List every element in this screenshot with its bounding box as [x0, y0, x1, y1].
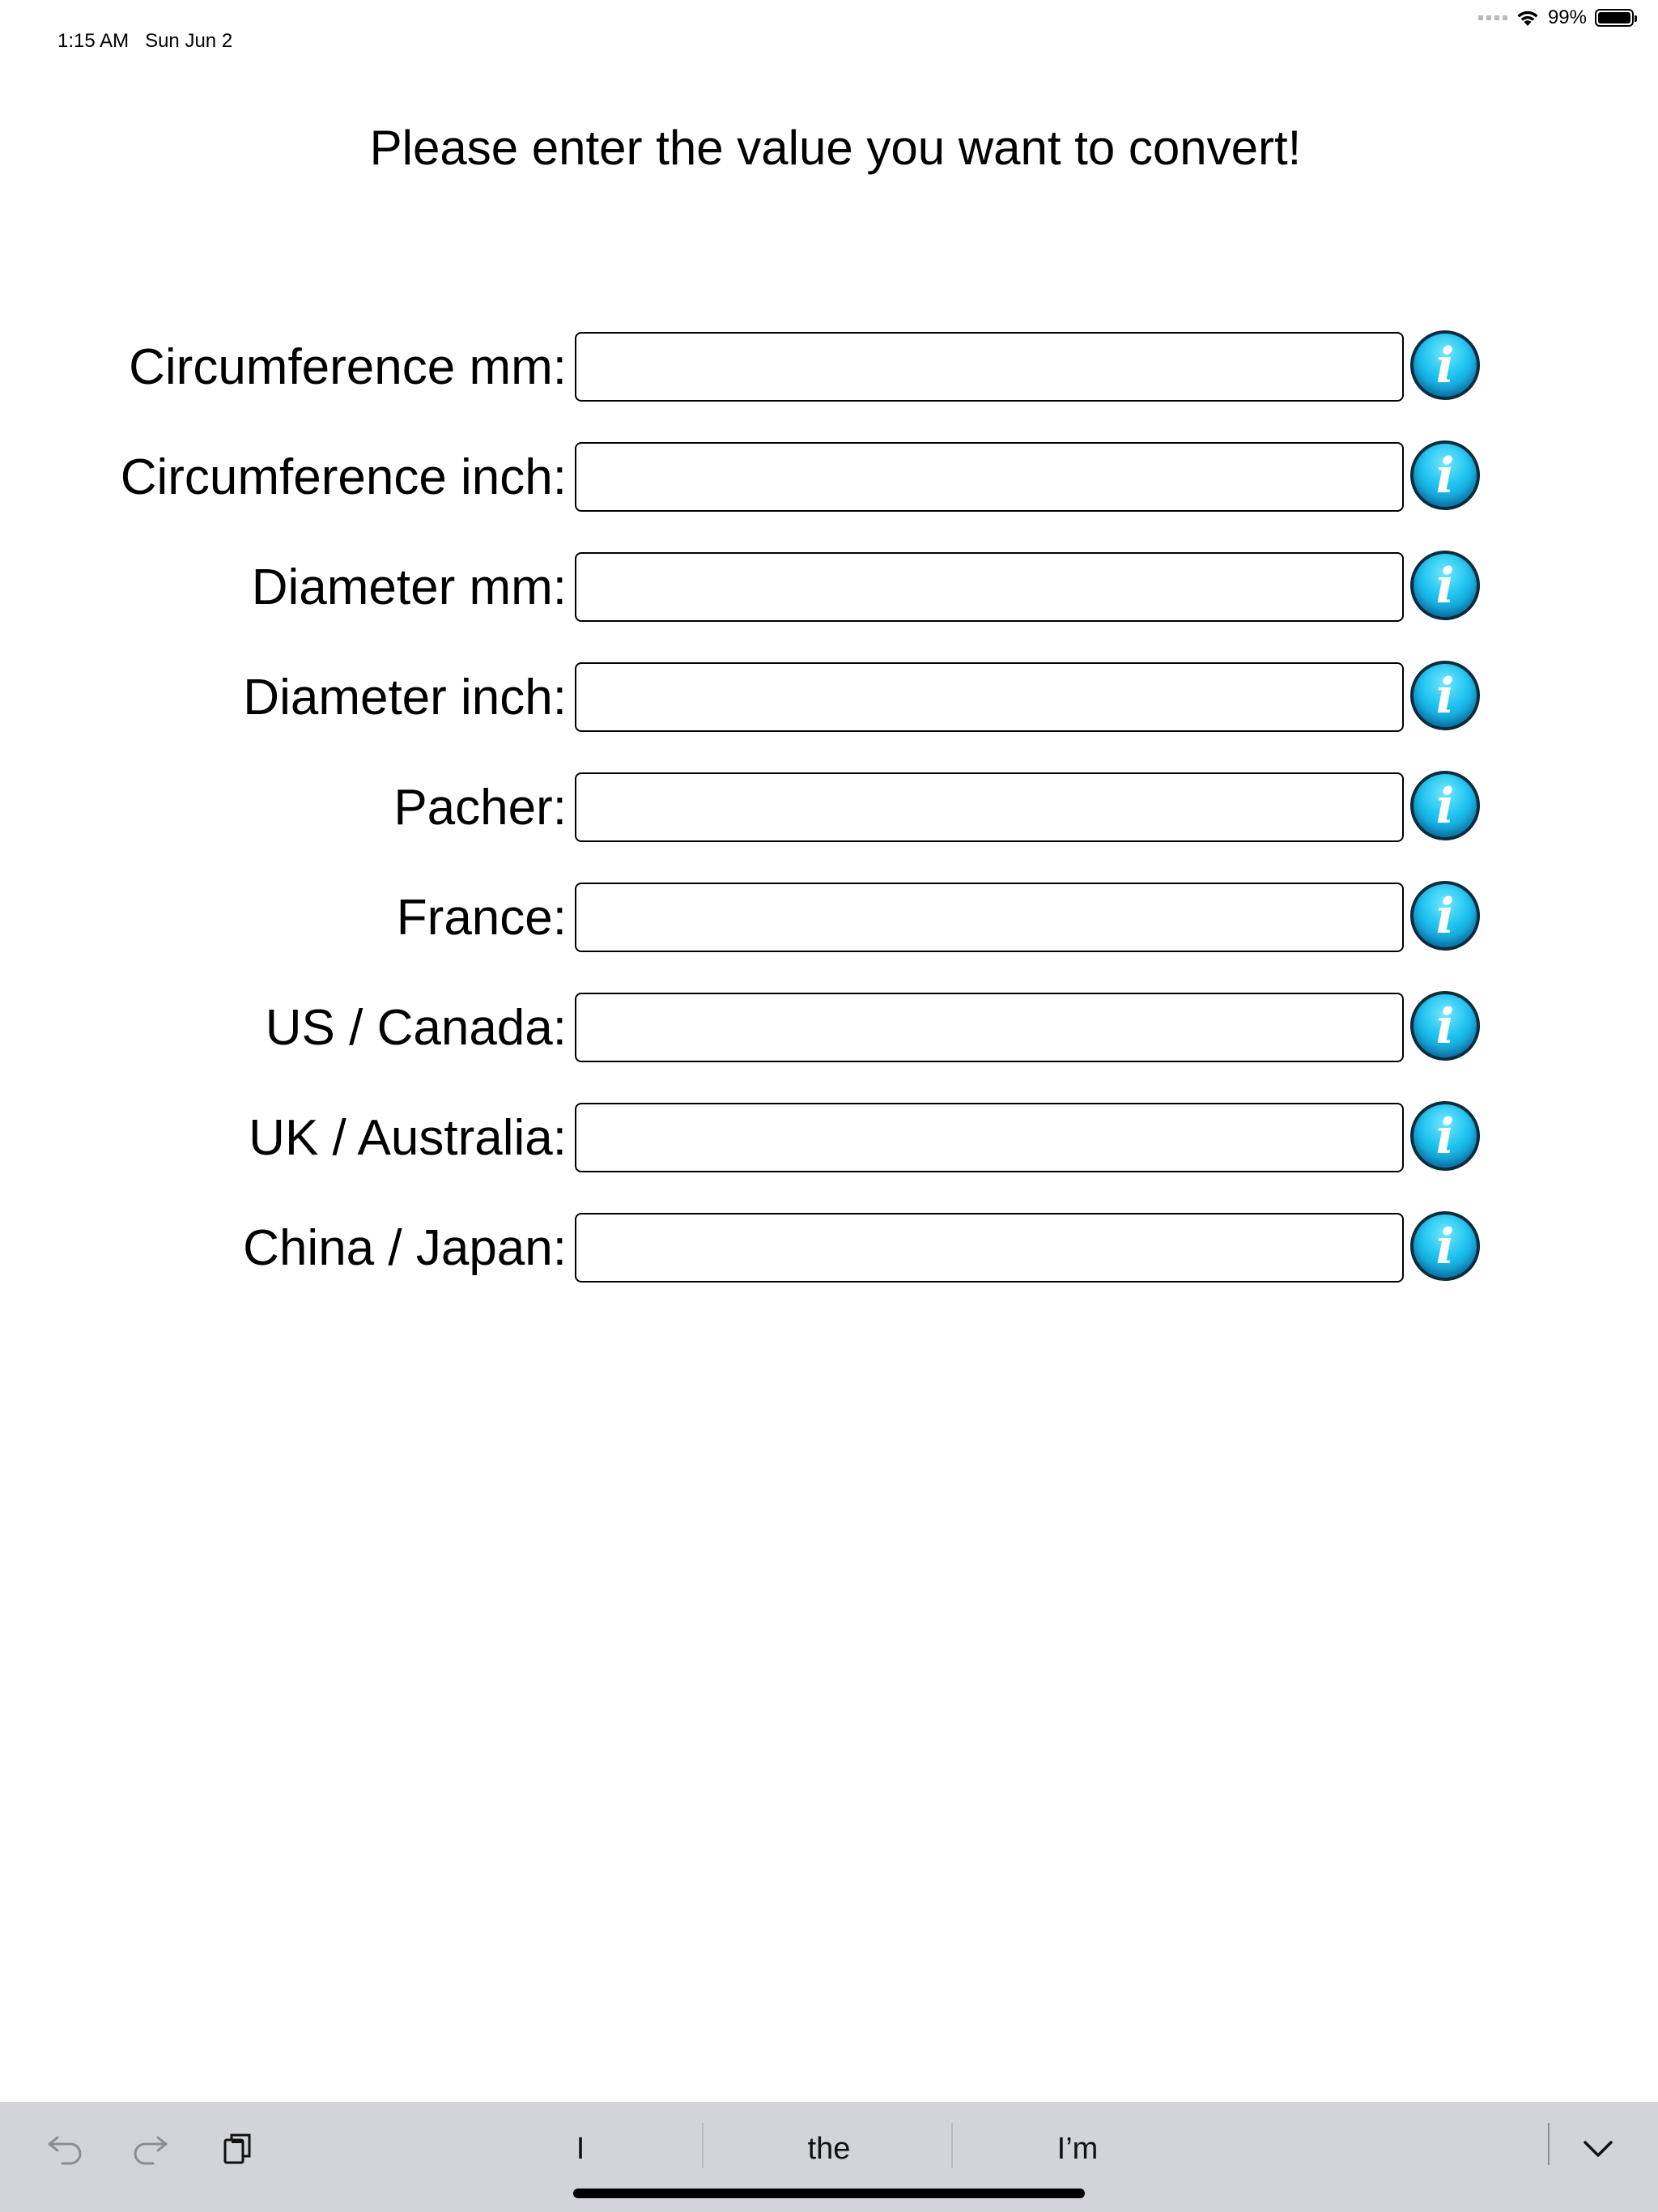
- form-row-uk-australia: UK / Australia: i: [0, 1101, 1658, 1174]
- us-canada-input[interactable]: [575, 993, 1404, 1062]
- diameter-mm-input[interactable]: [575, 552, 1404, 622]
- info-icon: i: [1435, 1219, 1455, 1275]
- uk-australia-input[interactable]: [575, 1103, 1404, 1172]
- battery-fill: [1598, 12, 1630, 23]
- toolbar-divider: [1548, 2123, 1550, 2165]
- suggestion-3[interactable]: I’m: [956, 2125, 1199, 2173]
- china-japan-label: China / Japan:: [243, 1220, 567, 1276]
- form-row-circumference-mm: Circumference mm: i: [0, 330, 1658, 403]
- diameter-mm-label: Diameter mm:: [251, 559, 567, 615]
- info-icon: i: [1435, 338, 1455, 394]
- info-button-circumference-mm[interactable]: i: [1410, 330, 1480, 400]
- cellular-dots-icon: [1477, 15, 1507, 20]
- suggestion-1[interactable]: I: [459, 2125, 702, 2173]
- info-icon: i: [1435, 448, 1455, 504]
- info-button-diameter-mm[interactable]: i: [1410, 551, 1480, 620]
- suggestion-2[interactable]: the: [708, 2125, 950, 2173]
- form-row-diameter-mm: Diameter mm: i: [0, 551, 1658, 623]
- suggestion-divider: [702, 2123, 704, 2168]
- battery-percent: 99%: [1547, 6, 1587, 28]
- page-title: Please enter the value you want to conve…: [369, 121, 1302, 175]
- chevron-down-icon[interactable]: [1575, 2126, 1621, 2172]
- info-icon: i: [1435, 1108, 1455, 1165]
- form-row-us-canada: US / Canada: i: [0, 991, 1658, 1064]
- home-indicator[interactable]: [573, 2189, 1085, 2198]
- diameter-inch-input[interactable]: [575, 662, 1404, 732]
- form-row-circumference-inch: Circumference inch: i: [0, 440, 1658, 513]
- wifi-icon: [1517, 11, 1538, 26]
- info-button-pacher[interactable]: i: [1410, 771, 1480, 840]
- status-date: Sun Jun 2: [145, 30, 233, 52]
- info-button-diameter-inch[interactable]: i: [1410, 661, 1480, 730]
- form-row-diameter-inch: Diameter inch: i: [0, 661, 1658, 734]
- info-button-us-canada[interactable]: i: [1410, 991, 1480, 1061]
- form-row-france: France: i: [0, 881, 1658, 954]
- uk-australia-label: UK / Australia:: [249, 1110, 567, 1166]
- form-row-china-japan: China / Japan: i: [0, 1211, 1658, 1284]
- status-time: 1:15 AM: [57, 30, 130, 52]
- info-button-circumference-inch[interactable]: i: [1410, 440, 1480, 510]
- suggestion-divider: [951, 2123, 953, 2168]
- info-button-china-japan[interactable]: i: [1410, 1211, 1480, 1281]
- circumference-mm-label: Circumference mm:: [129, 339, 567, 395]
- paste-icon[interactable]: [215, 2126, 261, 2172]
- undo-icon[interactable]: [42, 2126, 87, 2172]
- circumference-mm-input[interactable]: [575, 332, 1404, 402]
- diameter-inch-label: Diameter inch:: [243, 670, 567, 725]
- info-icon: i: [1435, 998, 1455, 1055]
- pacher-input[interactable]: [575, 772, 1404, 842]
- battery-icon: [1595, 9, 1637, 27]
- status-right: 99%: [1477, 6, 1637, 29]
- form-row-pacher: Pacher: i: [0, 771, 1658, 844]
- info-button-france[interactable]: i: [1410, 881, 1480, 951]
- info-icon: i: [1435, 558, 1455, 615]
- france-input[interactable]: [575, 883, 1404, 952]
- app-screen: 1:15 AM Sun Jun 2 99% Please enter the va…: [0, 0, 1658, 2212]
- redo-icon[interactable]: [128, 2126, 173, 2172]
- info-icon: i: [1435, 888, 1455, 945]
- status-bar: 1:15 AM Sun Jun 2 99%: [0, 0, 1658, 52]
- info-icon: i: [1435, 778, 1455, 835]
- info-button-uk-australia[interactable]: i: [1410, 1101, 1480, 1171]
- us-canada-label: US / Canada:: [265, 1000, 567, 1056]
- france-label: France:: [396, 890, 567, 946]
- pacher-label: Pacher:: [393, 780, 567, 836]
- circumference-inch-label: Circumference inch:: [120, 449, 567, 505]
- china-japan-input[interactable]: [575, 1213, 1404, 1283]
- status-left: 1:15 AM Sun Jun 2: [25, 7, 249, 75]
- circumference-inch-input[interactable]: [575, 442, 1404, 512]
- info-icon: i: [1435, 668, 1455, 725]
